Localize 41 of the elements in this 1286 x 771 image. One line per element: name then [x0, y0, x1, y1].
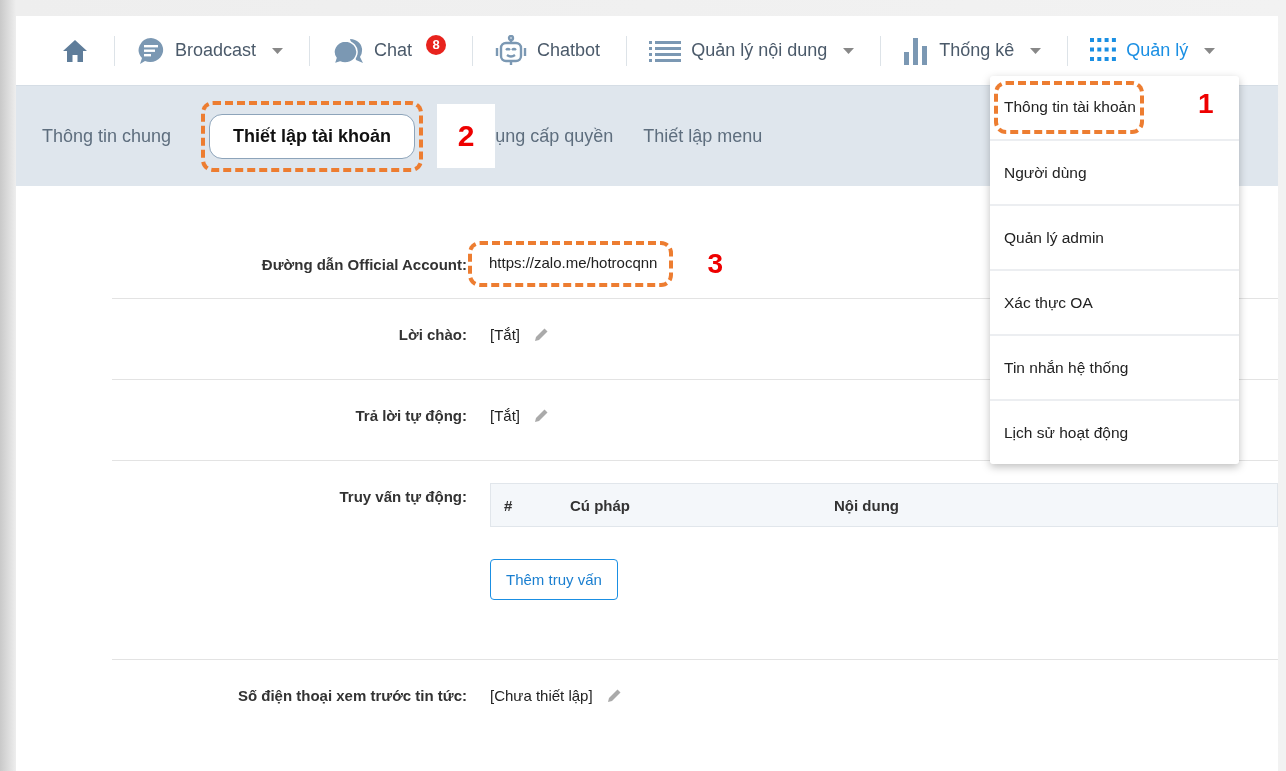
nav-menu-item[interactable]: Broadcast — [131, 30, 290, 71]
field-label: Đường dẫn Official Account: — [260, 255, 467, 273]
nav-menu-item[interactable]: Thống kê — [897, 30, 1048, 71]
url-text: https://zalo.me/hotrocqnn — [489, 254, 658, 271]
field-label: Lời chào: — [397, 326, 467, 343]
nav-menu-item[interactable]: Chatbot — [489, 28, 607, 73]
callout-number: 2 — [437, 104, 496, 168]
nav-menu-item[interactable]: Quản lý nội dung — [643, 33, 861, 68]
field-value: [Tắt] — [490, 407, 520, 424]
field-label: Trả lời tự động: — [354, 407, 467, 424]
menu-item[interactable]: Xác thực OA — [1004, 293, 1093, 312]
chat-bubbles-icon — [332, 36, 365, 65]
field-label: Truy vấn tự động: — [338, 488, 467, 505]
speech-bubble-icon — [137, 36, 165, 65]
pencil-icon[interactable] — [606, 688, 622, 703]
column-header: # — [504, 496, 514, 514]
grid-icon — [1090, 37, 1117, 64]
robot-icon — [495, 34, 528, 67]
notification-badge: 8 — [426, 34, 447, 55]
list-icon — [649, 39, 682, 62]
tab[interactable]: Thông tin chung — [42, 117, 172, 155]
pencil-icon[interactable] — [534, 408, 549, 423]
column-header: Cú pháp — [570, 496, 631, 514]
menu-item[interactable]: Quản lý admin — [1004, 228, 1104, 247]
callout-number: 3 — [707, 248, 723, 280]
field-value: [Chưa thiết lập] — [490, 687, 593, 704]
pencil-icon[interactable] — [534, 327, 549, 342]
menu-item[interactable]: Tin nhắn hệ thống — [1004, 358, 1129, 377]
add-query-button[interactable]: Thêm truy vấn — [490, 559, 618, 600]
nav-menu-item[interactable]: Chat 8 — [326, 30, 453, 71]
field-label: Số điện thoại xem trước tin tức: — [236, 687, 467, 704]
bar-chart-icon — [903, 36, 930, 65]
tab[interactable]: Thiết lập menu — [643, 117, 763, 155]
menu-item[interactable]: Lịch sử hoạt động — [1004, 423, 1129, 442]
callout-number: 1 — [1198, 88, 1214, 120]
field-value: [Tắt] — [490, 326, 520, 343]
tab[interactable]: Thiết lập tài khoản — [209, 113, 416, 159]
column-header: Nội dung — [834, 496, 900, 514]
home-icon — [62, 38, 88, 63]
tab[interactable]: ụng cấp quyền — [495, 117, 614, 155]
menu-item[interactable]: Người dùng — [1004, 163, 1087, 182]
